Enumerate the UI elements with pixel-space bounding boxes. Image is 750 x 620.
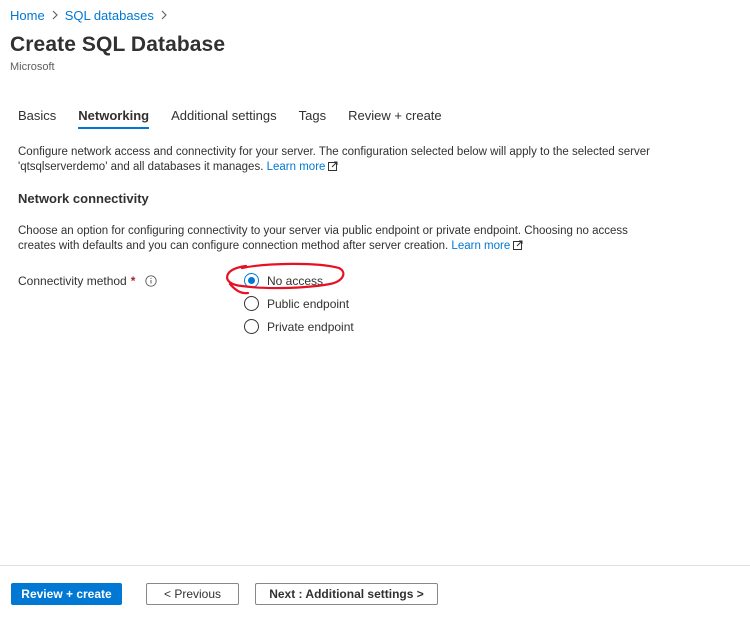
review-create-button[interactable]: Review + create (11, 583, 122, 605)
radio-label: Private endpoint (267, 319, 354, 334)
radio-circle[interactable] (244, 296, 259, 311)
connectivity-method-text: Connectivity method (18, 274, 127, 288)
tab-networking[interactable]: Networking (78, 108, 149, 129)
next-button[interactable]: Next : Additional settings > (255, 583, 438, 605)
info-icon[interactable] (145, 275, 158, 287)
network-connectivity-text: Choose an option for configuring connect… (18, 225, 628, 252)
footer-actions: Review + create < Previous Next : Additi… (11, 583, 438, 605)
breadcrumb-home[interactable]: Home (10, 8, 45, 23)
radio-private-endpoint[interactable]: Private endpoint (244, 315, 354, 338)
learn-more-link[interactable]: Learn more (267, 161, 326, 173)
external-link-icon (328, 161, 338, 171)
tab-additional-settings[interactable]: Additional settings (171, 108, 277, 129)
breadcrumb: Home SQL databases (10, 8, 168, 23)
required-marker: * (130, 274, 136, 288)
tab-basics[interactable]: Basics (18, 108, 56, 129)
tab-review-create[interactable]: Review + create (348, 108, 442, 129)
connectivity-method-radio-group: No access Public endpoint Private endpoi… (244, 269, 354, 338)
footer-divider (0, 565, 750, 566)
networking-intro: Configure network access and connectivit… (18, 145, 658, 175)
radio-label: Public endpoint (267, 296, 350, 311)
page-title: Create SQL Database (10, 33, 226, 56)
section-title: Network connectivity (18, 191, 149, 206)
network-connectivity-description: Choose an option for configuring connect… (18, 224, 658, 254)
tab-bar: Basics Networking Additional settings Ta… (18, 108, 464, 129)
learn-more-link[interactable]: Learn more (451, 240, 510, 252)
breadcrumb-sql-databases[interactable]: SQL databases (65, 8, 154, 23)
chevron-right-icon (51, 9, 59, 23)
radio-circle[interactable] (244, 319, 259, 334)
radio-label: No access (267, 273, 324, 288)
radio-circle[interactable] (244, 273, 259, 288)
previous-button[interactable]: < Previous (146, 583, 239, 605)
chevron-right-icon (160, 9, 168, 23)
radio-no-access[interactable]: No access (244, 269, 354, 292)
connectivity-method-label: Connectivity method * (18, 274, 158, 288)
publisher-label: Microsoft (10, 61, 55, 73)
external-link-icon (513, 240, 523, 250)
radio-public-endpoint[interactable]: Public endpoint (244, 292, 354, 315)
tab-tags[interactable]: Tags (299, 108, 326, 129)
